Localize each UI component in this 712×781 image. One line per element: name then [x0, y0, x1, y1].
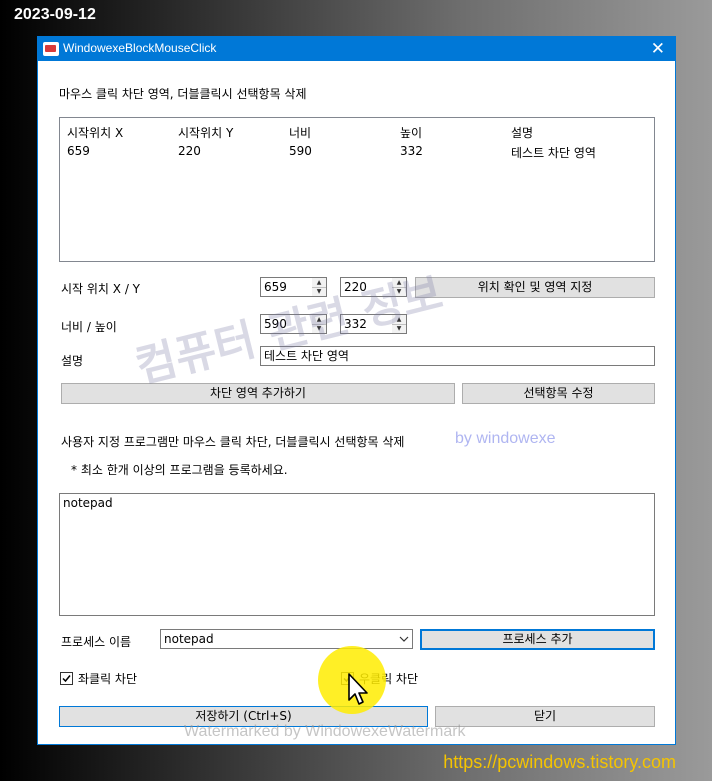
start-y-spin-buttons[interactable]: ▲ ▼	[392, 277, 407, 297]
column-header[interactable]: 높이	[400, 124, 422, 141]
cell-width: 590	[289, 144, 312, 158]
start-pos-label: 시작 위치 X / Y	[61, 282, 141, 296]
start-x-stepper[interactable]: 659 ▲ ▼	[260, 277, 327, 297]
right-click-checkbox[interactable]	[341, 672, 354, 685]
description-label: 설명	[61, 354, 84, 368]
close-icon[interactable]: ✕	[651, 39, 665, 59]
right-click-label[interactable]: 우클릭 차단	[359, 670, 418, 687]
start-y-stepper[interactable]: 220 ▲ ▼	[340, 277, 407, 297]
size-label: 너비 / 높이	[61, 320, 117, 334]
title-bar: WindowexeBlockMouseClick ✕	[38, 37, 675, 61]
watermark-byline: by windowexe	[455, 430, 556, 447]
width-value[interactable]: 590	[260, 314, 313, 334]
edit-selected-button[interactable]: 선택항목 수정	[462, 383, 655, 404]
cell-description: 테스트 차단 영역	[511, 146, 596, 160]
block-area-heading: 마우스 클릭 차단 영역, 더블클릭시 선택항목 삭제	[59, 87, 307, 101]
block-area-list[interactable]: 시작위치 X 시작위치 Y 너비 높이 설명 659 220 590 332 테…	[59, 117, 655, 262]
column-header[interactable]: 시작위치 X	[67, 124, 123, 141]
site-url: https://pcwindows.tistory.com	[443, 752, 676, 772]
add-process-button[interactable]: 프로세스 추가	[420, 629, 655, 650]
program-list-note: * 최소 한개 이상의 프로그램을 등록하세요.	[71, 463, 288, 477]
spin-down-icon[interactable]: ▼	[312, 324, 326, 333]
spin-down-icon[interactable]: ▼	[392, 287, 406, 296]
close-button[interactable]: 닫기	[435, 706, 655, 727]
process-name-value: notepad	[164, 632, 214, 646]
start-x-value[interactable]: 659	[260, 277, 313, 297]
app-window: WindowexeBlockMouseClick ✕ 마우스 클릭 차단 영역,…	[37, 36, 676, 745]
chevron-down-icon[interactable]	[399, 634, 409, 644]
cell-height: 332	[400, 144, 423, 158]
window-title: WindowexeBlockMouseClick	[63, 41, 217, 55]
column-header[interactable]: 너비	[289, 124, 311, 141]
add-block-area-button[interactable]: 차단 영역 추가하기	[61, 383, 455, 404]
cell-start-x: 659	[67, 144, 90, 158]
spin-down-icon[interactable]: ▼	[392, 324, 406, 333]
app-icon	[43, 42, 59, 56]
height-stepper[interactable]: 332 ▲ ▼	[340, 314, 407, 334]
description-input[interactable]: 테스트 차단 영역	[260, 346, 655, 366]
program-list-heading: 사용자 지정 프로그램만 마우스 클릭 차단, 더블클릭시 선택항목 삭제	[61, 435, 405, 449]
column-header[interactable]: 설명	[511, 124, 533, 141]
width-stepper[interactable]: 590 ▲ ▼	[260, 314, 327, 334]
left-click-label[interactable]: 좌클릭 차단	[78, 670, 137, 687]
spin-down-icon[interactable]: ▼	[312, 287, 326, 296]
save-button[interactable]: 저장하기 (Ctrl+S)	[59, 706, 428, 727]
left-click-checkbox[interactable]	[60, 672, 73, 685]
cell-start-y: 220	[178, 144, 201, 158]
screenshot-date: 2023-09-12	[14, 6, 96, 23]
program-list[interactable]: notepad	[59, 493, 655, 616]
width-spin-buttons[interactable]: ▲ ▼	[312, 314, 327, 334]
start-x-spin-buttons[interactable]: ▲ ▼	[312, 277, 327, 297]
height-value[interactable]: 332	[340, 314, 393, 334]
process-name-select[interactable]: notepad	[160, 629, 413, 649]
locate-area-button[interactable]: 위치 확인 및 영역 지정	[415, 277, 655, 298]
process-name-label: 프로세스 이름	[61, 635, 132, 649]
column-header[interactable]: 시작위치 Y	[178, 124, 233, 141]
height-spin-buttons[interactable]: ▲ ▼	[392, 314, 407, 334]
checkmark-icon	[62, 675, 71, 683]
checkmark-icon	[343, 675, 352, 683]
start-y-value[interactable]: 220	[340, 277, 393, 297]
